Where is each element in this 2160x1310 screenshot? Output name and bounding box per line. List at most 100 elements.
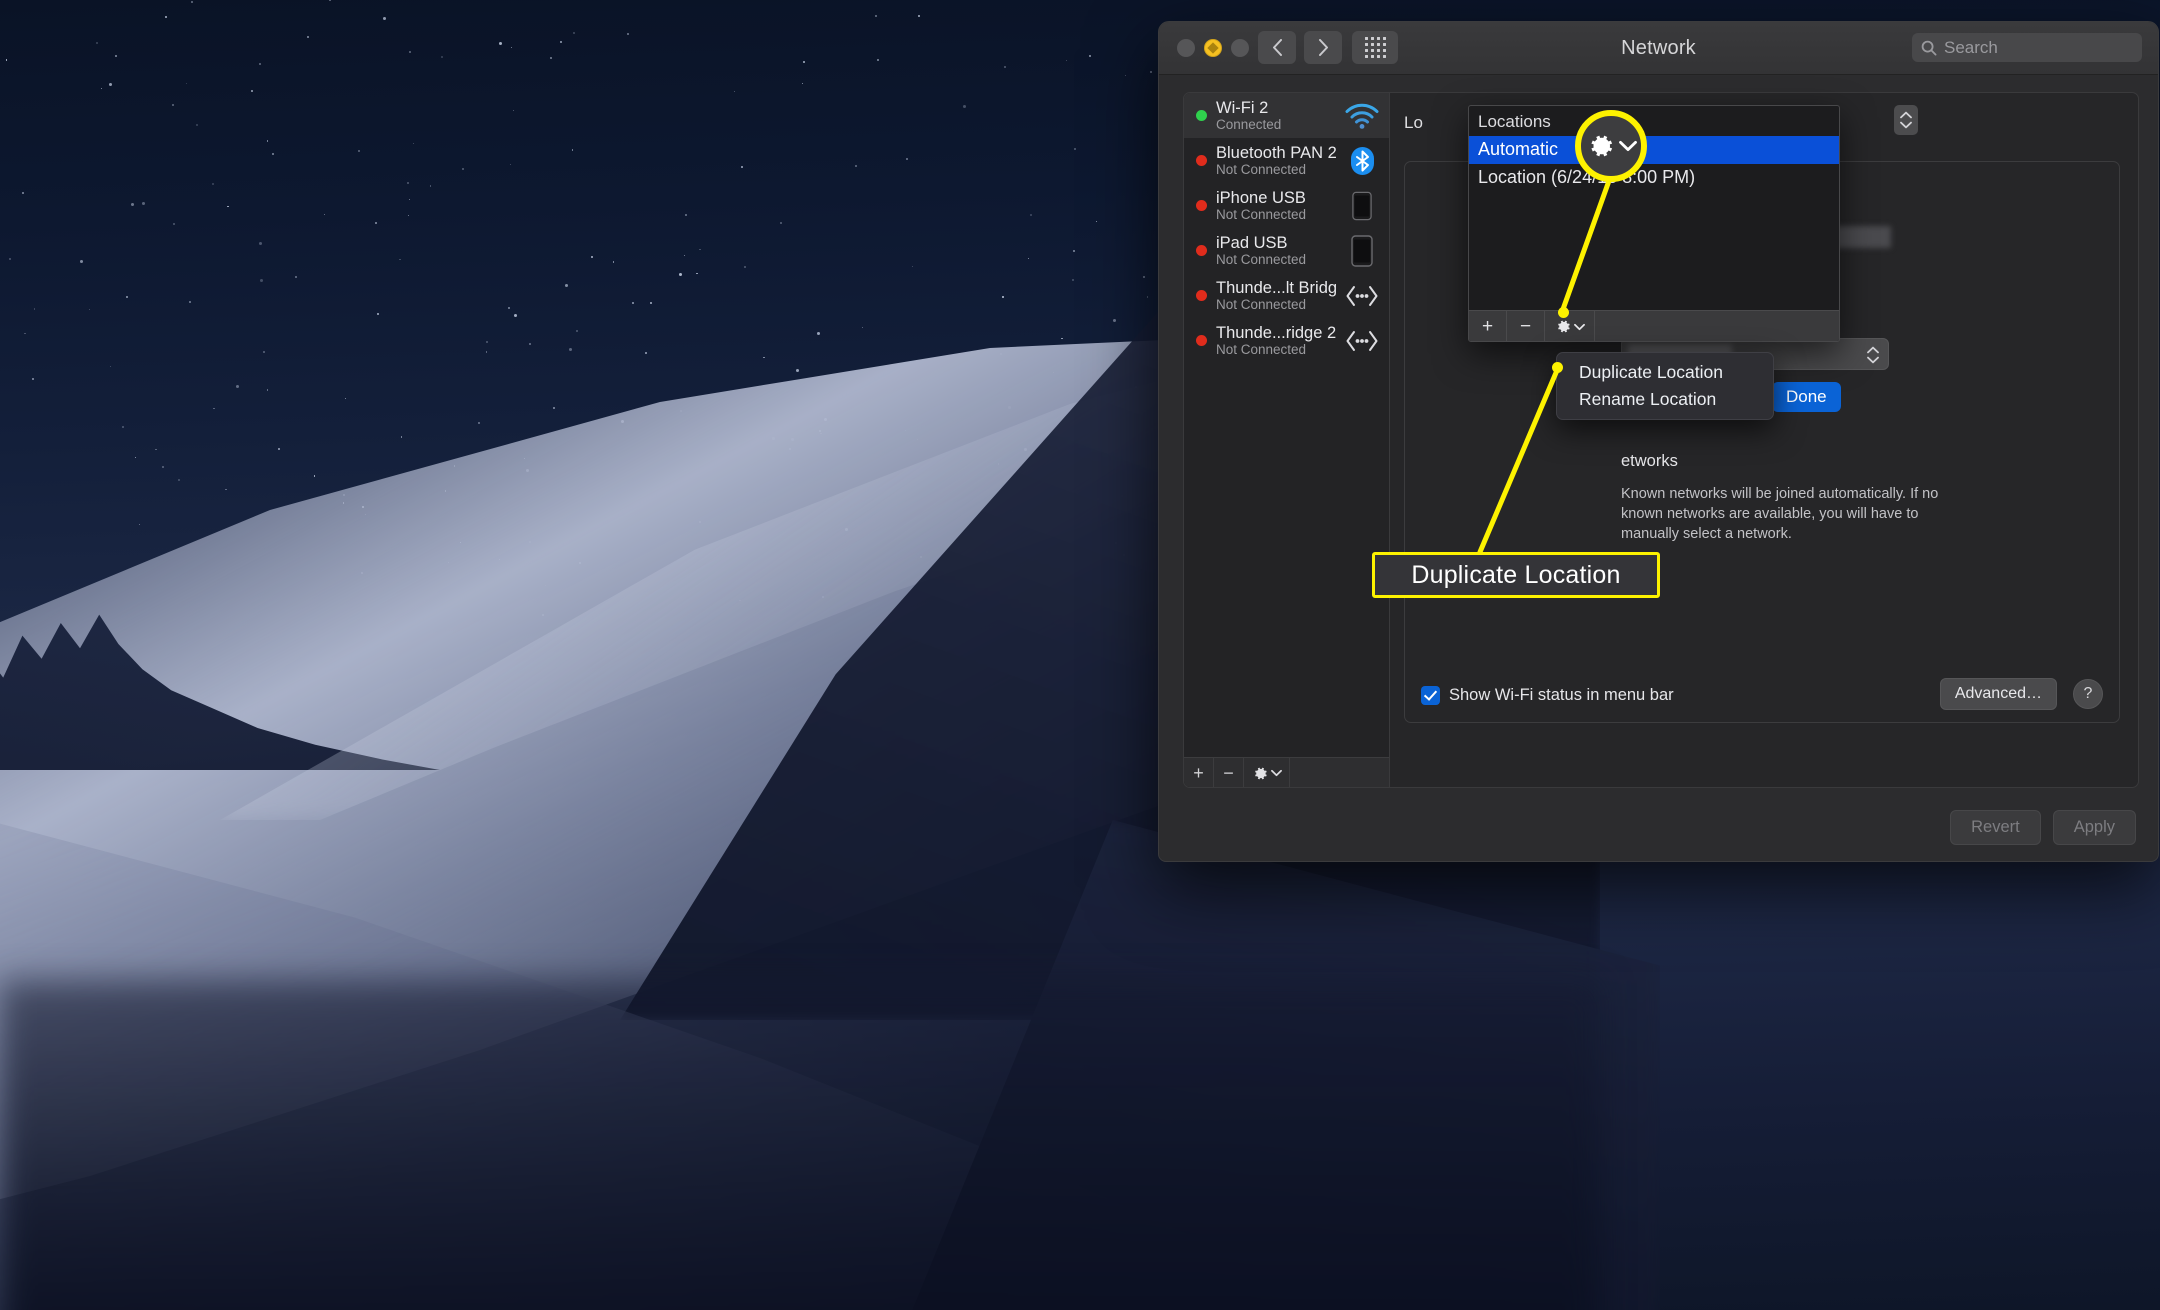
star <box>5 59 8 61</box>
thunderbolt-icon <box>1346 330 1378 351</box>
service-text: iPad USB Not Connected <box>1216 234 1336 268</box>
service-row[interactable]: iPhone USB Not Connected <box>1184 183 1389 228</box>
star <box>211 182 214 185</box>
service-icon-wrap <box>1345 101 1379 131</box>
help-button[interactable]: ? <box>2073 679 2103 709</box>
star <box>138 523 140 526</box>
service-icon-wrap <box>1345 191 1379 221</box>
service-status-dot <box>1196 155 1207 166</box>
service-status: Not Connected <box>1216 161 1307 177</box>
star <box>1072 250 1075 253</box>
star <box>1072 278 1075 281</box>
search-input[interactable]: Search <box>1912 33 2142 62</box>
star <box>1004 66 1007 69</box>
done-button[interactable]: Done <box>1772 382 1841 412</box>
network-select-stepper[interactable] <box>1862 342 1884 368</box>
service-icon-wrap <box>1345 326 1379 356</box>
star <box>1066 59 1068 62</box>
service-row[interactable]: Wi-Fi 2 Connected <box>1184 93 1389 138</box>
star <box>101 87 103 90</box>
star <box>803 60 806 63</box>
star <box>440 56 443 59</box>
location-list-item[interactable]: Automatic <box>1469 136 1839 164</box>
star <box>683 254 686 257</box>
service-row[interactable]: Thunde...ridge 2 Not Connected <box>1184 318 1389 363</box>
revert-button[interactable]: Revert <box>1950 810 2041 845</box>
star <box>272 152 275 155</box>
star <box>109 365 112 367</box>
wifi-icon <box>1345 103 1379 129</box>
star <box>409 50 412 53</box>
add-service-button[interactable]: + <box>1184 758 1214 787</box>
location-list-item[interactable]: Location (6/24/13 8:00 PM) <box>1469 164 1839 192</box>
star <box>407 181 410 184</box>
locations-popup: Locations Automatic Location (6/24/13 8:0… <box>1468 105 1840 342</box>
locations-popup-header: Locations <box>1478 112 1551 131</box>
star <box>213 407 215 410</box>
star <box>96 42 99 45</box>
star <box>1089 55 1091 57</box>
star <box>135 456 137 458</box>
star <box>1030 213 1033 216</box>
star <box>32 377 35 380</box>
service-name: Thunde...lt Bridge <box>1216 278 1336 297</box>
star <box>576 330 578 332</box>
service-row[interactable]: iPad USB Not Connected <box>1184 228 1389 273</box>
star <box>963 104 967 108</box>
star <box>307 35 310 38</box>
remove-location-button[interactable]: − <box>1507 311 1545 341</box>
service-text: Thunde...ridge 2 Not Connected <box>1216 324 1336 358</box>
show-wifi-status-checkbox[interactable] <box>1421 686 1440 705</box>
star <box>185 82 188 85</box>
service-row[interactable]: Bluetooth PAN 2 Not Connected <box>1184 138 1389 183</box>
star <box>1113 318 1117 322</box>
star <box>295 275 298 278</box>
service-row[interactable]: Thunde...lt Bridge Not Connected <box>1184 273 1389 318</box>
star <box>227 205 229 208</box>
search-placeholder: Search <box>1944 37 1998 57</box>
chevron-up-icon <box>1900 111 1912 119</box>
advanced-button[interactable]: Advanced… <box>1939 678 2057 710</box>
ipad-icon <box>1351 234 1373 267</box>
star <box>1125 74 1127 77</box>
remove-service-button[interactable]: − <box>1214 758 1244 787</box>
star <box>108 82 112 86</box>
location-popup-stepper[interactable] <box>1894 105 1918 135</box>
star <box>383 17 387 21</box>
star <box>911 265 914 268</box>
star <box>24 333 26 335</box>
star <box>763 356 765 359</box>
star <box>259 279 263 283</box>
star <box>121 426 124 429</box>
service-status-dot <box>1196 200 1207 211</box>
star <box>375 221 378 224</box>
show-wifi-status-row[interactable]: Show Wi-Fi status in menu bar <box>1421 686 1674 705</box>
star <box>278 447 281 450</box>
star <box>509 163 511 166</box>
apply-button[interactable]: Apply <box>2052 810 2136 845</box>
location-actions-button[interactable] <box>1545 311 1595 341</box>
service-text: Thunde...lt Bridge Not Connected <box>1216 279 1336 313</box>
star <box>568 347 572 351</box>
star <box>236 384 240 388</box>
chevron-down-icon <box>1573 323 1585 330</box>
sidebar-toolbar-filler <box>1290 758 1389 787</box>
location-label: Lo <box>1404 113 1423 132</box>
star <box>377 313 379 315</box>
menu-item-duplicate-location[interactable]: Duplicate Location <box>1557 359 1773 386</box>
services-sidebar: Wi-Fi 2 Connected Bluetooth PAN 2 Not Conne… <box>1184 93 1390 787</box>
add-location-button[interactable]: + <box>1469 311 1507 341</box>
star <box>645 351 648 354</box>
menu-item-rename-location[interactable]: Rename Location <box>1557 386 1773 413</box>
chevron-down-icon <box>1270 769 1282 777</box>
star <box>612 261 615 263</box>
ask-to-join-new-networks-row[interactable]: etworks <box>1621 452 1678 471</box>
star <box>130 203 134 207</box>
service-status-dot <box>1196 245 1207 256</box>
show-wifi-status-label: Show Wi-Fi status in menu bar <box>1449 686 1674 704</box>
star <box>189 300 192 303</box>
star <box>510 46 513 49</box>
service-status: Not Connected <box>1216 251 1307 267</box>
star <box>529 343 532 346</box>
service-actions-button[interactable] <box>1244 758 1290 787</box>
